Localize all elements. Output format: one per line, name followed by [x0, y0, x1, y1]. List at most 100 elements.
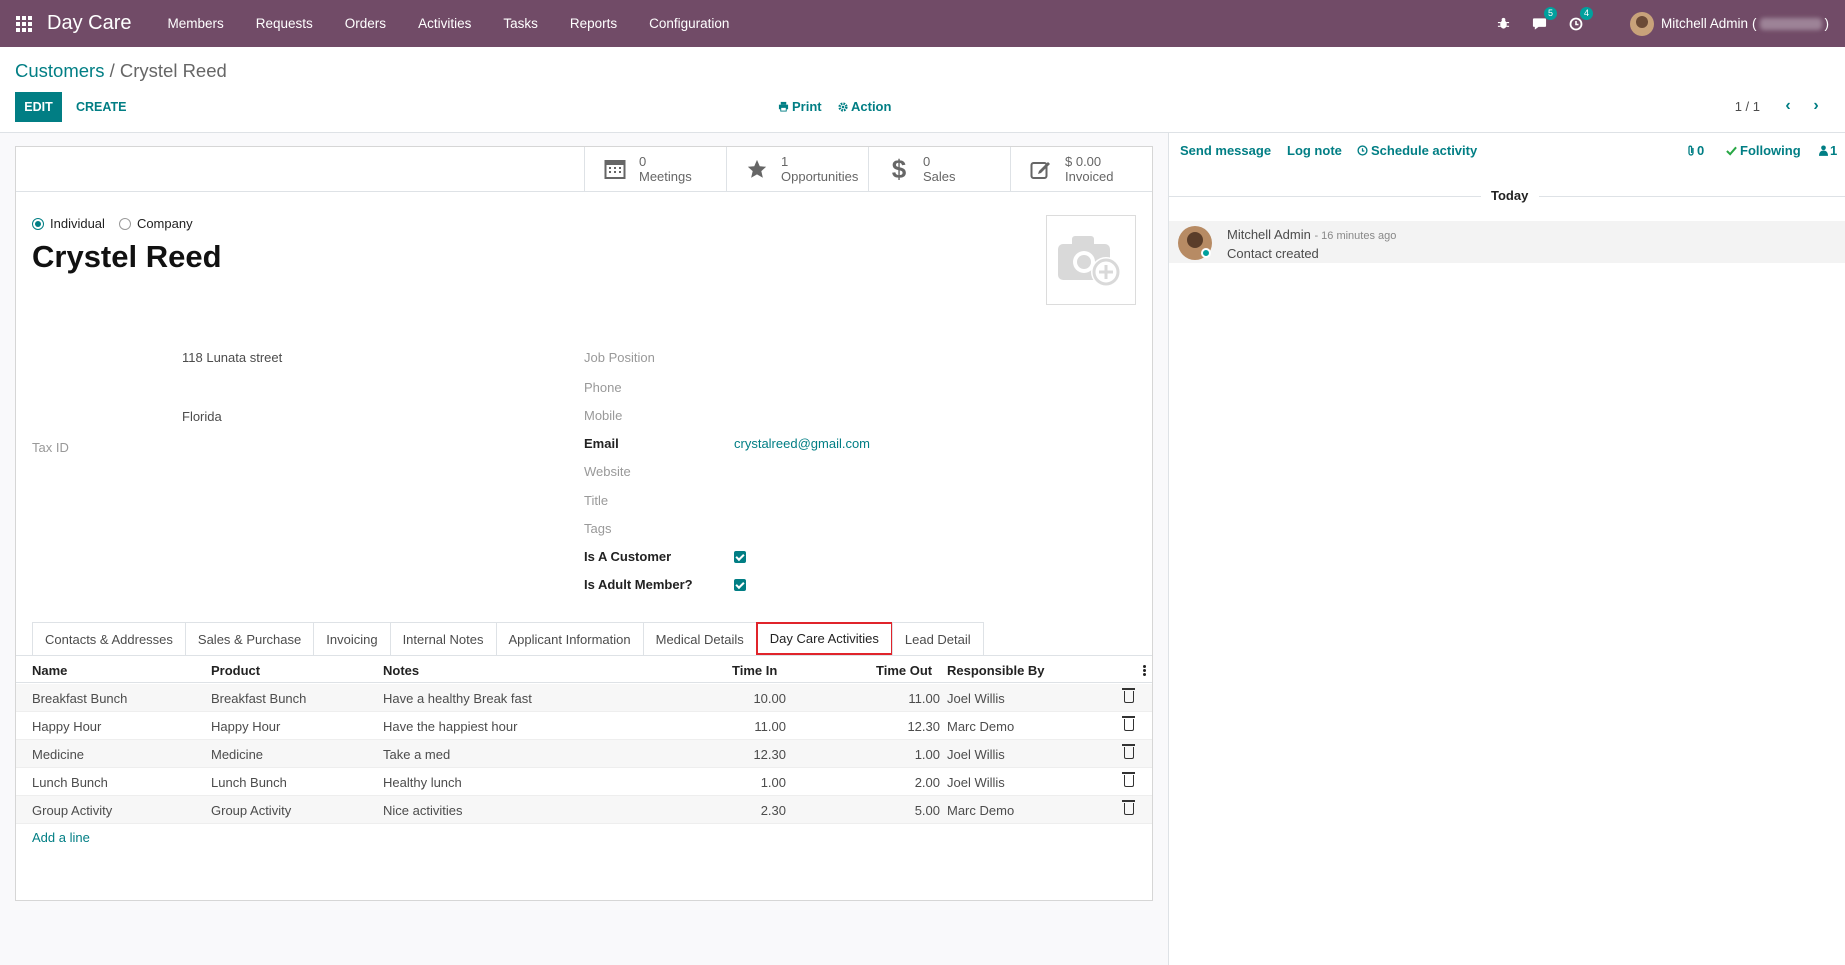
following-button[interactable]: Following [1726, 143, 1801, 158]
delete-row-icon[interactable] [1122, 772, 1135, 787]
tab-medical-details[interactable]: Medical Details [642, 622, 757, 655]
tab-contacts-addresses[interactable]: Contacts & Addresses [32, 622, 186, 655]
edit-icon [1025, 153, 1057, 185]
radio-company[interactable] [118, 217, 131, 230]
partner-image-upload[interactable] [1046, 215, 1136, 305]
pager-value[interactable]: 1 / 1 [1735, 99, 1760, 114]
tab-lead-detail[interactable]: Lead Detail [891, 622, 984, 655]
delete-row-icon[interactable] [1122, 716, 1135, 731]
apps-grid-icon[interactable] [15, 15, 33, 33]
edit-button[interactable]: EDIT [15, 92, 62, 122]
radio-individual[interactable] [32, 217, 44, 230]
user-db-close: ) [1824, 16, 1830, 31]
table-row[interactable]: Happy Hour Happy Hour Have the happiest … [16, 712, 1152, 740]
activity-clock-icon[interactable]: 4 [1568, 6, 1593, 32]
radio-company-label: Company [136, 216, 193, 231]
tab-day-care-activities[interactable]: Day Care Activities [755, 622, 893, 655]
app-brand[interactable]: Day Care [47, 12, 131, 35]
pager-previous-icon[interactable]: ‹ [1778, 96, 1798, 116]
following-label: Following [1740, 143, 1801, 158]
job-position-label: Job Position [584, 350, 655, 365]
col-notes[interactable]: Notes [383, 663, 419, 678]
log-note-button[interactable]: Log note [1287, 143, 1342, 158]
message-header: Mitchell Admin - 16 minutes ago [1227, 227, 1396, 242]
address-state[interactable]: Florida [182, 409, 222, 424]
col-time-out[interactable]: Time Out [876, 663, 932, 678]
table-row[interactable]: Lunch Bunch Lunch Bunch Healthy lunch 1.… [16, 768, 1152, 796]
column-options-icon[interactable] [1143, 665, 1146, 676]
col-name[interactable]: Name [32, 663, 67, 678]
user-menu[interactable]: Mitchell Admin ( ) [1629, 11, 1830, 36]
company-type-radio: Individual Company [32, 216, 207, 231]
menu-configuration[interactable]: Configuration [633, 16, 745, 31]
user-icon [1819, 145, 1828, 156]
is-adult-label: Is Adult Member? [584, 577, 693, 592]
add-a-line-link[interactable]: Add a line [32, 830, 90, 845]
radio-individual-label: Individual [50, 216, 105, 231]
action-button[interactable]: Action [838, 99, 891, 114]
opportunities-label: Opportunities [781, 169, 859, 184]
bug-icon[interactable] [1496, 16, 1512, 32]
menu-activities[interactable]: Activities [402, 16, 487, 31]
menu-requests[interactable]: Requests [240, 16, 329, 31]
meetings-button[interactable]: 0 Meetings [584, 147, 726, 191]
delete-row-icon[interactable] [1122, 744, 1135, 759]
tab-invoicing[interactable]: Invoicing [313, 622, 391, 655]
table-row[interactable]: Group Activity Group Activity Nice activ… [16, 796, 1152, 824]
col-responsible[interactable]: Responsible By [947, 663, 1045, 678]
menu-orders[interactable]: Orders [329, 16, 402, 31]
tab-sales-purchase[interactable]: Sales & Purchase [184, 622, 315, 655]
tab-internal-notes[interactable]: Internal Notes [389, 622, 497, 655]
tabs-divider [16, 655, 1152, 656]
opportunities-button[interactable]: 1 Opportunities [726, 147, 868, 191]
partner-name[interactable]: Crystel Reed [32, 239, 222, 275]
row-name: Happy Hour [32, 719, 102, 734]
col-product[interactable]: Product [211, 663, 260, 678]
control-panel: Customers / Crystel Reed EDIT CREATE Pri… [0, 47, 1845, 133]
is-adult-checkbox[interactable] [734, 579, 746, 591]
message-time: - 16 minutes ago [1314, 230, 1397, 242]
is-customer-label: Is A Customer [584, 549, 672, 564]
is-customer-checkbox[interactable] [734, 551, 746, 563]
row-time-out: 5.00 [914, 803, 940, 818]
menu-reports[interactable]: Reports [554, 16, 633, 31]
invoiced-button[interactable]: $ 0.00 Invoiced [1010, 147, 1152, 191]
pager-next-icon[interactable]: › [1806, 96, 1826, 116]
row-time-in: 1.00 [760, 775, 786, 790]
row-time-out: 12.30 [907, 719, 940, 734]
message-author[interactable]: Mitchell Admin [1227, 227, 1311, 242]
address-street[interactable]: 118 Lunata street [182, 350, 282, 365]
sales-button[interactable]: $ 0 Sales [868, 147, 1010, 191]
attachments-button[interactable]: 0 [1686, 143, 1704, 158]
tax-id-label: Tax ID [32, 440, 69, 455]
followers-button[interactable]: 1 [1819, 143, 1837, 158]
chatter-message[interactable]: Mitchell Admin - 16 minutes ago Contact … [1169, 221, 1845, 263]
chatter-panel: Send message Log note Schedule activity … [1168, 133, 1845, 965]
print-icon [778, 101, 789, 112]
user-db-open: ( [1752, 16, 1757, 31]
create-button[interactable]: CREATE [66, 92, 136, 122]
send-message-button[interactable]: Send message [1180, 143, 1271, 158]
print-button[interactable]: Print [778, 99, 822, 114]
row-name: Group Activity [32, 803, 113, 818]
activities-table-header: Name Product Notes Time In Time Out Resp… [16, 657, 1152, 683]
chat-icon[interactable]: 5 [1532, 6, 1557, 32]
row-time-in: 2.30 [760, 803, 786, 818]
delete-row-icon[interactable] [1122, 800, 1135, 815]
tab-applicant-information[interactable]: Applicant Information [495, 622, 644, 655]
delete-row-icon[interactable] [1122, 688, 1135, 703]
table-row[interactable]: Medicine Medicine Take a med 12.30 1.00 … [16, 740, 1152, 768]
menu-members[interactable]: Members [151, 16, 239, 31]
row-responsible: Joel Willis [947, 775, 1005, 790]
email-link[interactable]: crystalreed@gmail.com [734, 436, 870, 451]
col-time-in[interactable]: Time In [732, 663, 777, 678]
attachments-count: 0 [1697, 143, 1705, 158]
row-time-in: 11.00 [754, 719, 786, 734]
tags-label: Tags [584, 521, 612, 536]
breadcrumb-customers[interactable]: Customers [15, 60, 104, 81]
chat-count-badge: 5 [1543, 6, 1557, 20]
table-row[interactable]: Breakfast Bunch Breakfast Bunch Have a h… [16, 684, 1152, 712]
schedule-activity-button[interactable]: Schedule activity [1357, 143, 1477, 158]
invoiced-label: Invoiced [1065, 169, 1114, 184]
menu-tasks[interactable]: Tasks [487, 16, 554, 31]
